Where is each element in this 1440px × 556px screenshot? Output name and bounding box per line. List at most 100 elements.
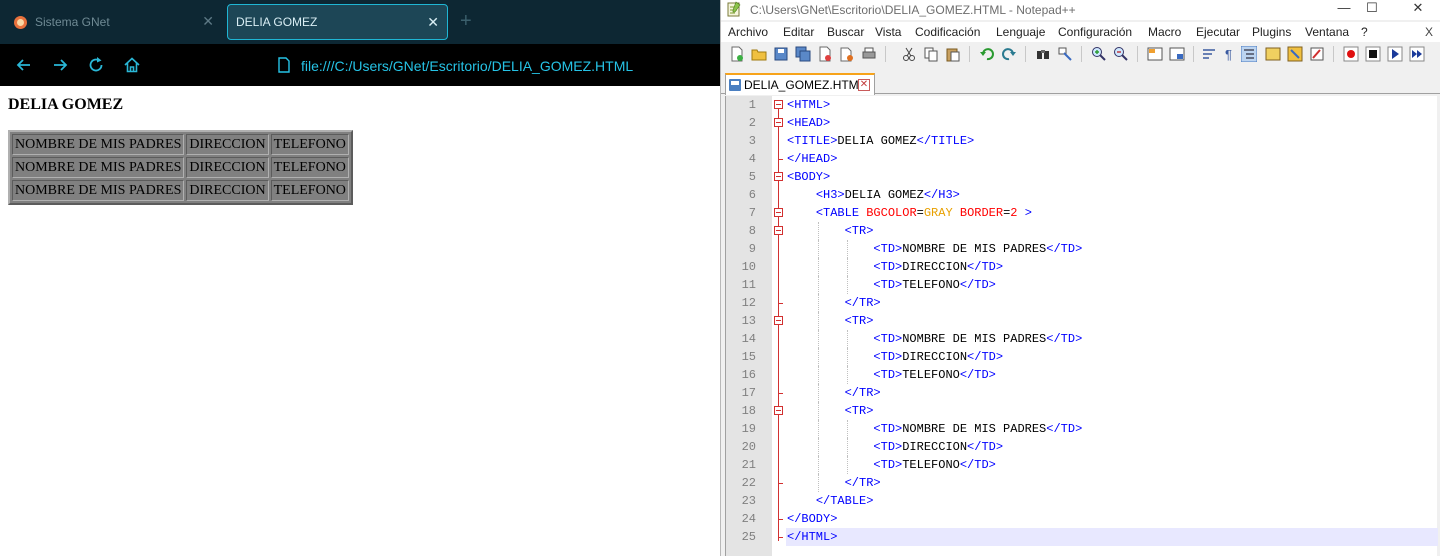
- menu-plugins[interactable]: Plugins: [1252, 25, 1291, 39]
- menu-configuracion[interactable]: Configuración: [1058, 25, 1132, 39]
- code-line[interactable]: </TR>: [726, 384, 1438, 402]
- code-line[interactable]: <H3>DELIA GOMEZ</H3>: [726, 186, 1438, 204]
- back-arrow-icon[interactable]: [14, 55, 34, 75]
- open-file-icon[interactable]: [751, 46, 767, 62]
- code-token-val: GRAY: [923, 206, 953, 220]
- function-list-icon[interactable]: [1287, 46, 1303, 62]
- close-icon[interactable]: ✕: [202, 13, 214, 29]
- close-all-icon[interactable]: [839, 46, 855, 62]
- code-token-txt: NOMBRE DE MIS PADRES: [902, 242, 1047, 256]
- code-editor[interactable]: 1 2 3 4 5 6 7 8 9 10 11 12 13 14 15 16 17 18 19 20 21 22 23 24 2…: [725, 96, 1438, 556]
- menu-codificacion[interactable]: Codificación: [915, 25, 980, 39]
- play-macro-icon[interactable]: [1387, 46, 1403, 62]
- code-line[interactable]: </TR>: [726, 294, 1438, 312]
- fold-toggle-icon[interactable]: [774, 406, 783, 415]
- browser-window: Sistema GNet ✕ DELIA GOMEZ ✕ + file:///C…: [0, 0, 720, 556]
- undo-icon[interactable]: [979, 46, 995, 62]
- find-icon[interactable]: [1035, 46, 1051, 62]
- tab-sistema-gnet[interactable]: Sistema GNet ✕: [6, 4, 222, 40]
- code-line[interactable]: <TD>DIRECCION</TD>: [726, 348, 1438, 366]
- close-document-icon[interactable]: X: [1425, 25, 1433, 39]
- maximize-icon[interactable]: ☐: [1349, 0, 1395, 20]
- tab-delia-gomez[interactable]: DELIA GOMEZ ✕: [227, 4, 448, 40]
- fold-toggle-icon[interactable]: [774, 118, 783, 127]
- menu-ejecutar[interactable]: Ejecutar: [1196, 25, 1240, 39]
- indent-guide: [846, 258, 848, 276]
- code-line[interactable]: <TR>: [726, 312, 1438, 330]
- code-line[interactable]: </TABLE>: [726, 492, 1438, 510]
- paste-icon[interactable]: [945, 46, 961, 62]
- show-all-chars-icon[interactable]: ¶: [1221, 46, 1237, 62]
- fold-toggle-icon[interactable]: [774, 172, 783, 181]
- home-icon[interactable]: [122, 55, 142, 75]
- new-tab-plus-icon[interactable]: +: [460, 10, 472, 32]
- replace-icon[interactable]: [1057, 46, 1073, 62]
- run-macro-multiple-icon[interactable]: [1409, 46, 1425, 62]
- code-line[interactable]: <HEAD>: [726, 114, 1438, 132]
- word-wrap-icon[interactable]: [1201, 46, 1217, 62]
- menu-buscar[interactable]: Buscar: [827, 25, 864, 39]
- code-line[interactable]: <TD>NOMBRE DE MIS PADRES</TD>: [726, 240, 1438, 258]
- code-line[interactable]: <TD>NOMBRE DE MIS PADRES</TD>: [726, 420, 1438, 438]
- cut-icon[interactable]: [901, 46, 917, 62]
- new-file-icon[interactable]: [729, 46, 745, 62]
- code-line[interactable]: <TD>NOMBRE DE MIS PADRES</TD>: [726, 330, 1438, 348]
- menu-lenguaje[interactable]: Lenguaje: [996, 25, 1045, 39]
- fold-toggle-icon[interactable]: [774, 226, 783, 235]
- code-line[interactable]: <TITLE>DELIA GOMEZ</TITLE>: [726, 132, 1438, 150]
- code-token-tag: <TABLE: [815, 206, 867, 220]
- menu-ventana[interactable]: Ventana: [1305, 25, 1349, 39]
- reload-icon[interactable]: [86, 55, 106, 75]
- zoom-in-icon[interactable]: [1091, 46, 1107, 62]
- menu-vista[interactable]: Vista: [875, 25, 901, 39]
- code-line[interactable]: </BODY>: [726, 510, 1438, 528]
- code-line[interactable]: <TD>DIRECCION</TD>: [726, 258, 1438, 276]
- code-line[interactable]: <HTML>: [726, 96, 1438, 114]
- code-line[interactable]: <BODY>: [726, 168, 1438, 186]
- table-cell: TELEFONO: [270, 180, 349, 201]
- menu-editar[interactable]: Editar: [783, 25, 814, 39]
- save-icon[interactable]: [773, 46, 789, 62]
- copy-icon[interactable]: [923, 46, 939, 62]
- menu-macro[interactable]: Macro: [1148, 25, 1181, 39]
- sync-horizontal-icon[interactable]: [1169, 46, 1185, 62]
- code-text: <HTML>: [787, 96, 830, 114]
- redo-icon[interactable]: [1001, 46, 1017, 62]
- indent-guide: [846, 438, 848, 456]
- save-all-icon[interactable]: [795, 46, 811, 62]
- close-file-icon[interactable]: [817, 46, 833, 62]
- document-tab[interactable]: DELIA_GOMEZ.HTML ✕: [725, 73, 875, 95]
- menu-help[interactable]: ?: [1361, 25, 1368, 39]
- code-line[interactable]: <TR>: [726, 222, 1438, 240]
- close-tab-icon[interactable]: ✕: [858, 79, 870, 91]
- close-window-icon[interactable]: ✕: [1395, 0, 1440, 20]
- fold-toggle-icon[interactable]: [774, 208, 783, 217]
- table-cell: TELEFONO: [270, 157, 349, 178]
- code-line[interactable]: <TD>TELEFONO</TD>: [726, 366, 1438, 384]
- menu-archivo[interactable]: Archivo: [728, 25, 768, 39]
- code-token-tag: <TD>: [873, 458, 903, 472]
- code-line[interactable]: </HEAD>: [726, 150, 1438, 168]
- fold-toggle-icon[interactable]: [774, 100, 783, 109]
- code-line[interactable]: <TD>TELEFONO</TD>: [726, 276, 1438, 294]
- fold-toggle-icon[interactable]: [774, 316, 783, 325]
- code-text: <TR>: [787, 222, 874, 240]
- folder-workspace-icon[interactable]: [1309, 46, 1325, 62]
- close-icon[interactable]: ✕: [427, 14, 439, 30]
- print-icon[interactable]: [861, 46, 877, 62]
- code-line[interactable]: </TR>: [726, 474, 1438, 492]
- sync-vertical-icon[interactable]: [1147, 46, 1163, 62]
- code-line[interactable]: <TR>: [726, 402, 1438, 420]
- indent-guide-icon[interactable]: [1241, 46, 1257, 62]
- address-bar-url[interactable]: file:///C:/Users/GNet/Escritorio/DELIA_G…: [301, 58, 633, 74]
- code-line[interactable]: </HTML>: [786, 528, 1438, 546]
- stop-macro-icon[interactable]: [1365, 46, 1381, 62]
- zoom-out-icon[interactable]: [1113, 46, 1129, 62]
- record-macro-icon[interactable]: [1343, 46, 1359, 62]
- code-line[interactable]: <TD>TELEFONO</TD>: [726, 456, 1438, 474]
- code-line[interactable]: <TD>DIRECCION</TD>: [726, 438, 1438, 456]
- code-line[interactable]: <TABLE BGCOLOR=GRAY BORDER=2 >: [726, 204, 1438, 222]
- forward-arrow-icon[interactable]: [50, 55, 70, 75]
- doc-map-icon[interactable]: [1265, 46, 1281, 62]
